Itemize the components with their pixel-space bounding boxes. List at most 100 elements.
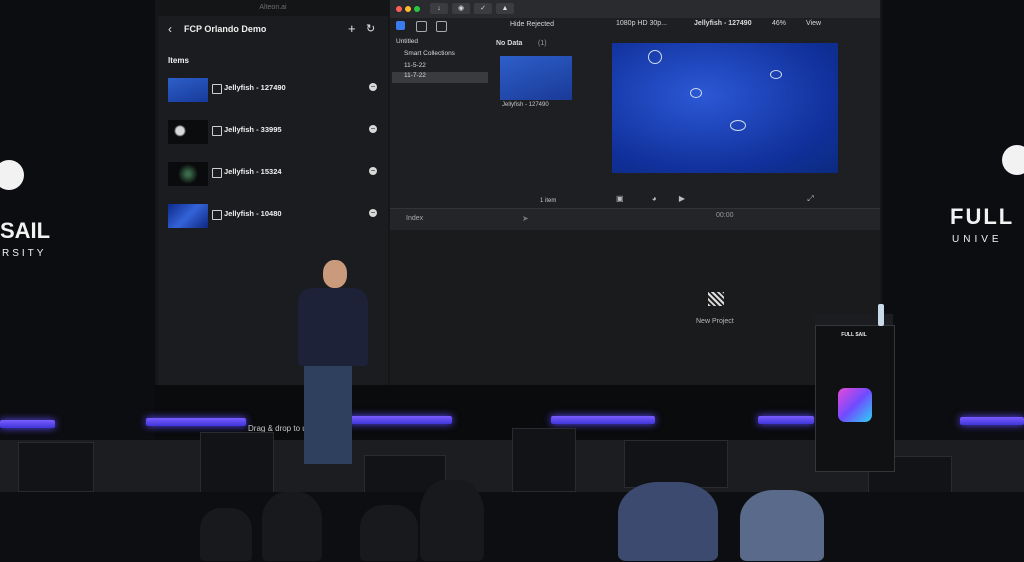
- clip-thumbnail: [168, 78, 208, 102]
- panel-title: FCP Orlando Demo: [184, 24, 267, 34]
- item-label: Jellyfish - 10480: [224, 209, 282, 218]
- floor-monitor: [624, 440, 728, 488]
- stage-wall-right: FULL UNIVE: [882, 0, 1024, 440]
- view-dropdown[interactable]: View: [806, 20, 821, 27]
- speed-icon[interactable]: ◕: [652, 194, 657, 203]
- led-strip: [146, 418, 246, 426]
- audience-member: [420, 480, 484, 561]
- filter-bar: Hide Rejected 1080p HD 30p... Jellyfish …: [390, 18, 880, 34]
- led-strip: [758, 416, 814, 424]
- sidebar-item-library[interactable]: Untitled: [396, 38, 418, 49]
- led-strip: [348, 416, 452, 424]
- stage-wall-left: SAIL RSITY: [0, 0, 155, 440]
- url-bar[interactable]: Alteon.ai: [158, 0, 388, 16]
- full-sail-logo-icon: [0, 160, 24, 190]
- list-item[interactable]: Jellyfish - 10480 −: [168, 204, 383, 230]
- remove-icon[interactable]: −: [369, 167, 377, 175]
- chevron-left-icon[interactable]: ‹: [168, 22, 172, 36]
- libraries-sidebar: Untitled Smart Collections 11-5-22 11-7-…: [390, 34, 490, 194]
- remove-icon[interactable]: −: [369, 125, 377, 133]
- playback-controls: ▣ ◕ ▶ ⤢: [616, 194, 814, 204]
- floor-speaker: [200, 432, 274, 494]
- audience-member: [360, 505, 418, 561]
- sidebar-item-event-selected[interactable]: 11-7-22: [392, 72, 488, 83]
- logo-text-line2: UNIVE: [952, 234, 1003, 245]
- close-window-icon[interactable]: [396, 6, 402, 12]
- fullscreen-icon[interactable]: ⤢: [807, 194, 813, 203]
- timeline-bar: Index ➤ 00:00: [390, 208, 880, 231]
- import-icon[interactable]: ↓: [430, 3, 448, 14]
- clip-browser: No Data (1) Jellyfish - 127490: [492, 34, 604, 194]
- list-item[interactable]: Jellyfish - 15324 −: [168, 162, 383, 188]
- floor-speaker: [512, 428, 576, 492]
- list-item[interactable]: Jellyfish - 127490 −: [168, 78, 383, 104]
- logo-text-line1: FULL: [950, 204, 1015, 229]
- jellyfish-shape: [770, 70, 782, 79]
- clip-thumbnail: [168, 204, 208, 228]
- list-item[interactable]: Jellyfish - 33995 −: [168, 120, 383, 146]
- clip-thumbnail: [168, 120, 208, 144]
- remove-icon[interactable]: −: [369, 83, 377, 91]
- panel-header: ‹ FCP Orlando Demo + ↻: [158, 18, 388, 42]
- zoom-dropdown[interactable]: 46%: [772, 20, 786, 27]
- stage-front: [0, 492, 1024, 562]
- water-bottle: [878, 304, 884, 326]
- clapperboard-icon[interactable]: [708, 292, 724, 306]
- format-label: 1080p HD 30p...: [616, 20, 667, 27]
- library-icon[interactable]: [396, 21, 405, 30]
- audience-member: [618, 482, 718, 561]
- led-strip: [0, 420, 55, 428]
- play-icon[interactable]: ▶: [679, 194, 685, 203]
- full-sail-logo-icon: [1002, 145, 1024, 175]
- share-icon[interactable]: ▲: [496, 3, 514, 14]
- viewer-clip-name: Jellyfish - 127490: [694, 20, 752, 27]
- timecode: 00:00: [716, 212, 734, 219]
- zoom-window-icon[interactable]: [414, 6, 420, 12]
- final-cut-pro-logo-icon: [838, 388, 872, 422]
- floor-monitor: [18, 442, 94, 492]
- audience-member: [740, 490, 824, 561]
- sidebar-item-smart-collections[interactable]: Smart Collections: [404, 50, 455, 61]
- jellyfish-shape: [690, 88, 702, 98]
- final-cut-pro-window: ↓ ◉ ✓ ▲ Hide Rejected 1080p HD 30p... Je…: [390, 0, 880, 231]
- audience-member: [262, 492, 322, 561]
- clip-thumbnail[interactable]: [500, 56, 572, 100]
- timeline-empty-area: [390, 230, 880, 385]
- remove-icon[interactable]: −: [369, 209, 377, 217]
- background-tasks-icon[interactable]: ✓: [474, 3, 492, 14]
- index-button[interactable]: Index: [406, 215, 423, 222]
- presenter-head: [323, 260, 347, 288]
- browser-group-heading: No Data: [496, 40, 523, 47]
- clip-icon: [212, 210, 222, 220]
- led-strip: [960, 417, 1024, 425]
- crop-icon[interactable]: ▣: [616, 194, 624, 203]
- item-label: Jellyfish - 127490: [224, 83, 286, 92]
- clip-icon: [212, 168, 222, 178]
- minimize-window-icon[interactable]: [405, 6, 411, 12]
- podium-logo: FULL SAIL: [841, 332, 867, 338]
- new-project-button[interactable]: New Project: [696, 318, 734, 325]
- presenter-legs: [304, 364, 352, 464]
- viewer-frame: [612, 43, 838, 173]
- logo-text-line2: RSITY: [2, 248, 47, 259]
- plus-icon[interactable]: +: [348, 21, 356, 36]
- keyword-icon[interactable]: ◉: [452, 3, 470, 14]
- clip-icon: [212, 84, 222, 94]
- browser-group-count: (1): [538, 40, 547, 47]
- refresh-icon[interactable]: ↻: [366, 22, 375, 35]
- titles-icon[interactable]: [436, 21, 447, 32]
- item-count: 1 item: [540, 198, 557, 204]
- photos-icon[interactable]: [416, 21, 427, 32]
- logo-text-line1: SAIL: [0, 218, 51, 243]
- jellyfish-shape: [648, 50, 662, 64]
- clip-icon: [212, 126, 222, 136]
- presenter: [298, 288, 368, 366]
- filter-dropdown[interactable]: Hide Rejected: [510, 21, 554, 28]
- select-tool-icon[interactable]: ➤: [522, 214, 529, 223]
- clip-label: Jellyfish - 127490: [502, 102, 549, 108]
- led-strip: [551, 416, 655, 424]
- toolbar: ↓ ◉ ✓ ▲: [390, 0, 880, 18]
- item-label: Jellyfish - 33995: [224, 125, 282, 134]
- audience-member: [200, 508, 252, 561]
- items-heading: Items: [168, 56, 189, 65]
